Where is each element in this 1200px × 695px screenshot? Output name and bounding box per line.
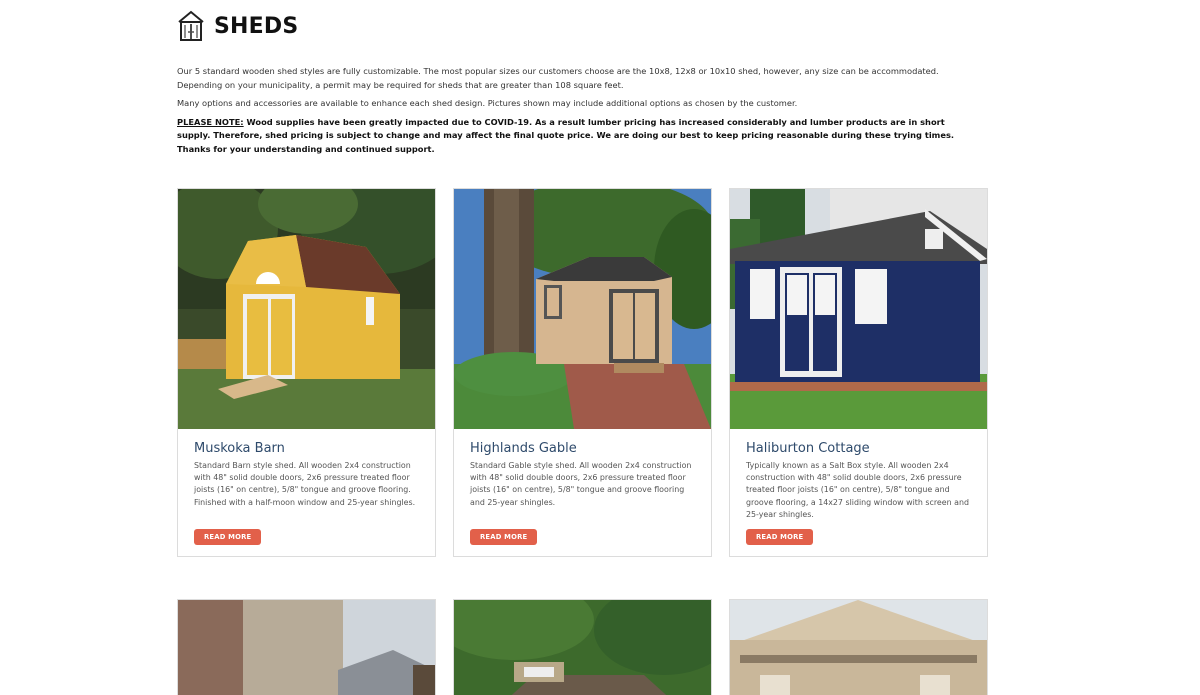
- page-title: SHEDS: [214, 13, 299, 39]
- intro-paragraph: Many options and accessories are availab…: [177, 98, 798, 108]
- shed-photo[interactable]: [730, 600, 987, 695]
- read-more-button[interactable]: READ MORE: [194, 529, 262, 545]
- card-description: Standard Gable style shed. All wooden 2x…: [470, 461, 692, 507]
- intro-section: Our 5 standard wooden shed styles are fu…: [177, 65, 977, 161]
- card-description: Standard Barn style shed. All wooden 2x4…: [194, 461, 416, 507]
- intro-paragraph: Our 5 standard wooden shed styles are fu…: [177, 66, 939, 90]
- shed-photo[interactable]: [454, 600, 711, 695]
- product-card: [177, 599, 436, 695]
- shed-photo[interactable]: [178, 600, 435, 695]
- card-title[interactable]: Muskoka Barn: [194, 441, 419, 456]
- note-label: PLEASE NOTE:: [177, 116, 244, 127]
- product-card: [729, 599, 988, 695]
- card-description: Typically known as a Salt Box style. All…: [746, 461, 969, 519]
- product-card-muskoka-barn: Muskoka Barn Standard Barn style shed. A…: [177, 188, 436, 557]
- tan-gable-shed-photo[interactable]: [454, 189, 711, 429]
- shed-logo-icon: [178, 10, 204, 41]
- navy-cottage-shed-photo[interactable]: [730, 189, 987, 429]
- read-more-button[interactable]: READ MORE: [470, 529, 538, 545]
- product-card: [453, 599, 712, 695]
- product-card-highlands-gable: Highlands Gable Standard Gable style she…: [453, 188, 712, 557]
- product-card-haliburton-cottage: Haliburton Cottage Typically known as a …: [729, 188, 988, 557]
- note-text: Wood supplies have been greatly impacted…: [177, 116, 955, 154]
- card-title[interactable]: Highlands Gable: [470, 441, 695, 456]
- read-more-button[interactable]: READ MORE: [746, 529, 814, 545]
- page-header: SHEDS: [177, 10, 298, 42]
- covid-note: PLEASE NOTE: Wood supplies have been gre…: [177, 116, 977, 157]
- card-title[interactable]: Haliburton Cottage: [746, 441, 971, 456]
- yellow-barn-shed-photo[interactable]: [178, 189, 435, 429]
